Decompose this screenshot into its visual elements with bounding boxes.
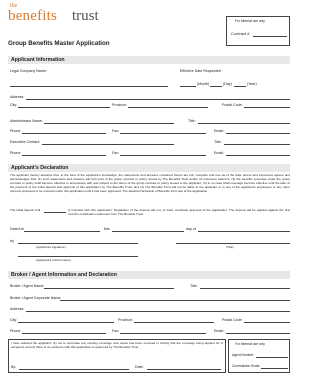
broker-phone-field[interactable] — [22, 333, 106, 334]
broker-city-label: City: — [10, 318, 18, 322]
broker-declaration-box: I have advised the applicant: (1) not to… — [8, 339, 226, 373]
applicant-title-caption: (Title) — [226, 245, 234, 249]
effective-date-label: Effective Date Requested — [180, 69, 221, 73]
month-caption: (Month) — [197, 82, 210, 86]
legal-company-field[interactable] — [10, 86, 168, 87]
city-label: City: — [10, 103, 18, 107]
dated-at-label: Dated at — [10, 227, 24, 231]
broker-date-field[interactable] — [147, 369, 221, 370]
broker-by-label: By: — [11, 365, 17, 369]
broker-email-field[interactable] — [226, 333, 290, 334]
day-of-label: day of — [186, 227, 196, 231]
admin-name-field[interactable] — [44, 123, 174, 124]
broker-title-label: Title: — [190, 284, 198, 288]
fax-label: Fax: — [112, 129, 119, 133]
broker-name-field[interactable] — [44, 288, 174, 289]
fax2-field[interactable] — [120, 155, 206, 156]
deposit-paragraph: is included with this application. Regul… — [68, 208, 290, 216]
broker-date-label: Date: — [135, 365, 144, 369]
broker-corp-label: Broker / Agent Corporate Name: — [10, 296, 62, 300]
exec-contact-label: Executive Contact: — [10, 140, 40, 144]
admin-name-label: Administrator Name: — [10, 119, 43, 123]
broker-signature-field[interactable] — [19, 369, 129, 370]
applicant-signature-field[interactable] — [18, 243, 138, 244]
form-title: Group Benefits Master Application — [8, 40, 110, 47]
effective-year-field[interactable] — [234, 86, 246, 87]
fax-field[interactable] — [120, 133, 206, 134]
legal-company-label: Legal Company Name: — [10, 69, 47, 73]
exec-contact-field[interactable] — [42, 144, 174, 145]
province-field[interactable] — [128, 107, 208, 108]
logo-trust: trust — [72, 8, 99, 24]
phone-label: Phone: — [10, 129, 22, 133]
broker-postal-label: Postal Code: — [222, 318, 243, 322]
province-label: Province: — [112, 103, 127, 107]
fax2-label: Fax: — [112, 151, 119, 155]
applicant-title-field[interactable] — [176, 243, 290, 244]
broker-internal-title: For internal use only — [235, 342, 265, 346]
broker-city-field[interactable] — [18, 322, 114, 323]
this-label: this — [104, 227, 110, 231]
logo: the benefits trust — [8, 3, 118, 27]
this-day-field[interactable] — [112, 231, 184, 232]
postal-code-label: Postal Code: — [222, 103, 243, 107]
broker-email-label: Email: — [214, 329, 224, 333]
broker-postal-field[interactable] — [244, 322, 290, 323]
broker-address-field[interactable] — [26, 311, 290, 312]
email-label: Email: — [214, 129, 224, 133]
applicant-printed-name-caption: (Applicant's printed name) — [36, 258, 71, 262]
postal-code-field[interactable] — [244, 107, 290, 108]
email-field[interactable] — [226, 133, 290, 134]
broker-title-field[interactable] — [200, 288, 290, 289]
by-label: by — [10, 239, 14, 243]
commission-scale-field[interactable] — [261, 368, 288, 369]
phone-field[interactable] — [22, 133, 106, 134]
year-caption: (Year) — [247, 82, 257, 86]
broker-advised-text: I have advised the applicant: (1) not to… — [11, 341, 223, 349]
logo-benefits: benefits — [8, 8, 58, 24]
broker-address-label: Address: — [10, 307, 25, 311]
effective-day-field[interactable] — [210, 86, 222, 87]
effective-month-field[interactable] — [180, 86, 196, 87]
day-of-field[interactable] — [198, 231, 290, 232]
broker-corp-field[interactable] — [60, 300, 290, 301]
initial-deposit-field[interactable] — [44, 212, 66, 213]
broker-internal-box: For internal use only Agent Number: Comm… — [228, 339, 290, 373]
declaration-heading: Applicant's Declaration — [8, 164, 290, 172]
phone2-label: Phone: — [10, 151, 22, 155]
broker-province-label: Province: — [118, 318, 133, 322]
address-label: Address: — [10, 95, 25, 99]
admin-title-label: Title: — [188, 119, 196, 123]
initial-deposit-label: The initial deposit of $ — [10, 208, 41, 212]
applicant-printed-name-field[interactable] — [18, 256, 138, 257]
internal-use-box: For internal use only Contract # — [226, 16, 290, 46]
exec-title-label: Title: — [214, 140, 222, 144]
exec-title-field[interactable] — [224, 144, 290, 145]
broker-phone-label: Phone: — [10, 329, 22, 333]
agent-number-label: Agent Number: — [232, 353, 255, 357]
broker-fax-label: Fax: — [112, 329, 119, 333]
phone2-field[interactable] — [22, 155, 106, 156]
email2-label: Email: — [214, 151, 224, 155]
internal-use-title: For internal use only — [235, 19, 265, 23]
contract-label: Contract # — [231, 31, 250, 36]
address-field[interactable] — [26, 99, 290, 100]
contract-field[interactable] — [253, 36, 287, 37]
broker-province-field[interactable] — [134, 322, 214, 323]
broker-heading: Broker / Agent Information and Declarati… — [8, 271, 290, 279]
broker-name-label: Broker / Agent Name: — [10, 284, 45, 288]
city-field[interactable] — [18, 107, 110, 108]
agent-number-field[interactable] — [256, 357, 288, 358]
day-caption: (Day) — [223, 82, 232, 86]
broker-fax-field[interactable] — [120, 333, 206, 334]
declaration-paragraph: The applicant hereby declares that, to t… — [10, 173, 290, 193]
admin-title-field[interactable] — [198, 123, 290, 124]
commission-scale-label: Commission Scale: — [232, 364, 261, 368]
applicant-signature-caption: (Applicant's signature) — [36, 245, 66, 249]
dated-at-field[interactable] — [24, 231, 100, 232]
applicant-info-heading: Applicant Information — [8, 56, 290, 64]
email2-field[interactable] — [226, 155, 290, 156]
